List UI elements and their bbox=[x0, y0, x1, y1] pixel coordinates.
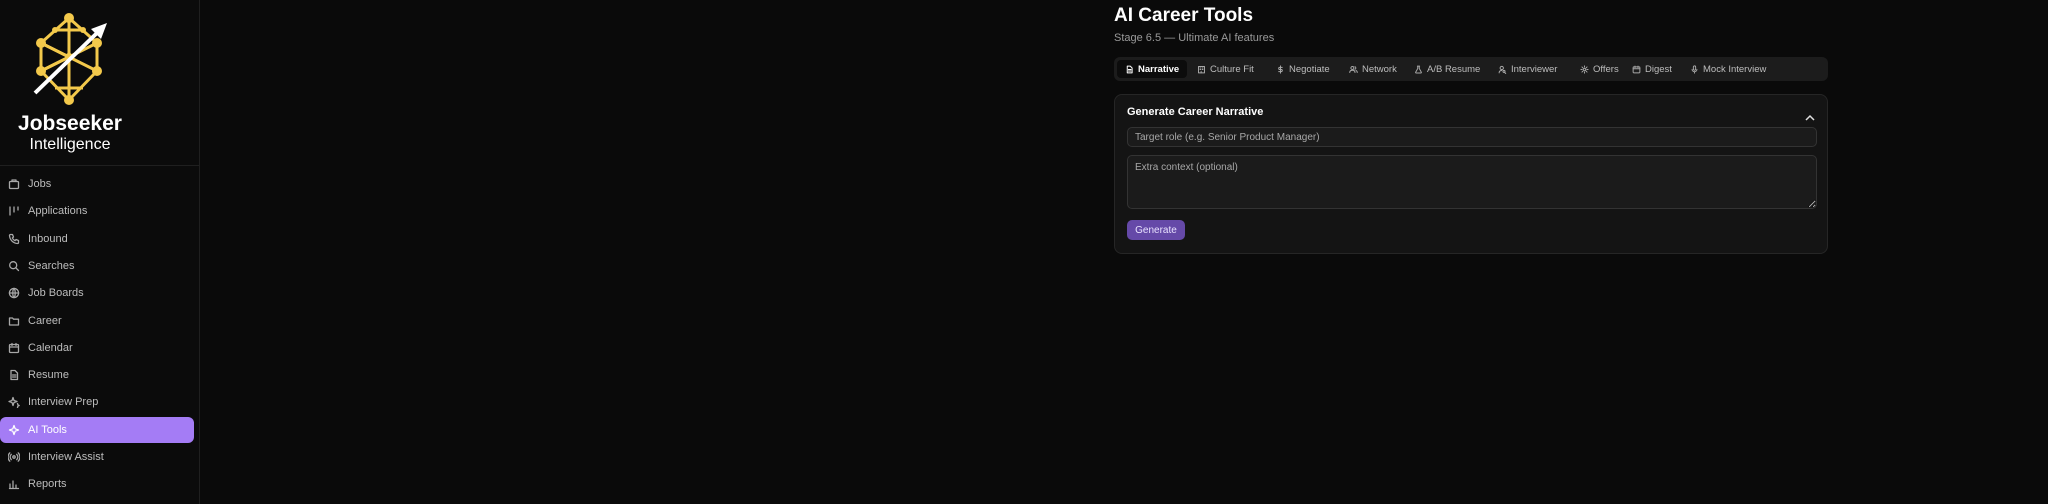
document-icon bbox=[8, 369, 20, 381]
app: Jobseeker Intelligence Jobs Applications I… bbox=[0, 0, 2048, 504]
users-icon bbox=[1349, 65, 1358, 74]
tab-interviewer[interactable]: Interviewer bbox=[1490, 60, 1565, 78]
network-arrow-logo-icon bbox=[33, 13, 107, 105]
tab-label: Narrative bbox=[1138, 63, 1180, 75]
page-subtitle: Stage 6.5 — Ultimate AI features bbox=[1114, 32, 1275, 44]
sidebar-item-job-boards[interactable]: Job Boards bbox=[0, 280, 194, 306]
search-icon bbox=[8, 260, 20, 272]
generate-button[interactable]: Generate bbox=[1127, 220, 1185, 240]
brand-name: Jobseeker bbox=[18, 112, 122, 135]
sparkles-icon bbox=[8, 396, 20, 409]
sidebar-item-label: Calendar bbox=[28, 341, 73, 354]
tab-network[interactable]: Network bbox=[1341, 60, 1405, 78]
tab-negotiate[interactable]: Negotiate bbox=[1268, 60, 1338, 78]
tab-a-b-resume[interactable]: A/B Resume bbox=[1406, 60, 1488, 78]
sidebar-item-label: Resume bbox=[28, 369, 69, 382]
calendar-icon bbox=[8, 342, 20, 354]
tab-label: Mock Interview bbox=[1703, 63, 1767, 75]
sidebar: Jobseeker Intelligence Jobs Applications I… bbox=[0, 0, 200, 504]
sidebar-item-label: Jobs bbox=[28, 178, 52, 190]
building-icon bbox=[1197, 65, 1206, 74]
brand-subtitle: Intelligence bbox=[29, 136, 111, 153]
radio-icon bbox=[8, 451, 20, 463]
tab-label: A/B Resume bbox=[1427, 63, 1481, 75]
sidebar-item-resume[interactable]: Resume bbox=[0, 362, 194, 388]
sidebar-item-label: Inbound bbox=[28, 232, 68, 245]
sidebar-item-career[interactable]: Career bbox=[0, 308, 194, 334]
tab-label: Culture Fit bbox=[1210, 63, 1254, 75]
sidebar-item-ai-tools[interactable]: AI Tools bbox=[0, 416, 194, 443]
bar-chart-icon bbox=[8, 478, 20, 490]
sidebar-item-applications[interactable]: Applications bbox=[0, 198, 194, 224]
sparkle-icon bbox=[8, 424, 20, 436]
user-search-icon bbox=[1498, 65, 1507, 74]
calendar-icon bbox=[1632, 65, 1641, 74]
extra-context-textarea[interactable] bbox=[1127, 155, 1817, 209]
flask-icon bbox=[1414, 65, 1423, 74]
career-narrative-card: Generate Career Narrative Generate bbox=[1114, 94, 1828, 254]
sidebar-item-interview-prep[interactable]: Interview Prep bbox=[0, 389, 194, 415]
sidebar-item-label: Searches bbox=[28, 259, 75, 272]
sidebar-item-inbound[interactable]: Inbound bbox=[0, 226, 194, 252]
card-title: Generate Career Narrative bbox=[1127, 106, 1264, 118]
tab-label: Interviewer bbox=[1511, 63, 1558, 75]
sidebar-item-reports[interactable]: Reports bbox=[0, 471, 194, 497]
sidebar-item-interview-assist[interactable]: Interview Assist bbox=[0, 444, 194, 470]
gear-icon bbox=[1580, 64, 1589, 74]
sidebar-item-searches[interactable]: Searches bbox=[0, 253, 194, 279]
folder-icon bbox=[8, 315, 20, 327]
tab-label: Digest bbox=[1645, 63, 1672, 75]
sidebar-item-label: Job Boards bbox=[28, 287, 84, 300]
dollar-icon bbox=[1276, 64, 1285, 74]
sidebar-item-calendar[interactable]: Calendar bbox=[0, 335, 194, 361]
tab-narrative[interactable]: Narrative bbox=[1117, 60, 1188, 78]
sidebar-item-label: AI Tools bbox=[28, 423, 67, 436]
microphone-icon bbox=[1690, 64, 1699, 74]
kanban-icon bbox=[8, 205, 20, 217]
tab-bar: Narrative Culture Fit Negotiate Network A/B … bbox=[1114, 57, 1828, 81]
briefcase-icon bbox=[8, 178, 20, 190]
page-title: AI Career Tools bbox=[1114, 5, 1254, 26]
tab-digest[interactable]: Digest bbox=[1624, 60, 1680, 78]
tab-offers[interactable]: Offers bbox=[1572, 60, 1627, 78]
document-icon bbox=[1125, 65, 1134, 74]
target-role-input[interactable] bbox=[1127, 127, 1817, 147]
tab-mock-interview[interactable]: Mock Interview bbox=[1682, 60, 1774, 78]
tab-label: Network bbox=[1362, 63, 1397, 75]
tab-label: Negotiate bbox=[1289, 63, 1330, 75]
sidebar-item-label: Interview Assist bbox=[28, 451, 104, 463]
sidebar-item-label: Reports bbox=[28, 478, 67, 491]
sidebar-item-label: Career bbox=[28, 314, 62, 327]
tab-label: Offers bbox=[1593, 63, 1619, 75]
sidebar-item-jobs[interactable]: Jobs bbox=[0, 171, 194, 197]
tab-culture-fit[interactable]: Culture Fit bbox=[1189, 60, 1262, 78]
sidebar-item-label: Applications bbox=[28, 205, 88, 218]
brand[interactable]: Jobseeker Intelligence bbox=[0, 0, 200, 166]
phone-icon bbox=[8, 233, 20, 245]
chevron-up-icon[interactable] bbox=[1805, 109, 1815, 127]
sidebar-item-label: Interview Prep bbox=[28, 396, 99, 409]
globe-icon bbox=[8, 287, 20, 299]
